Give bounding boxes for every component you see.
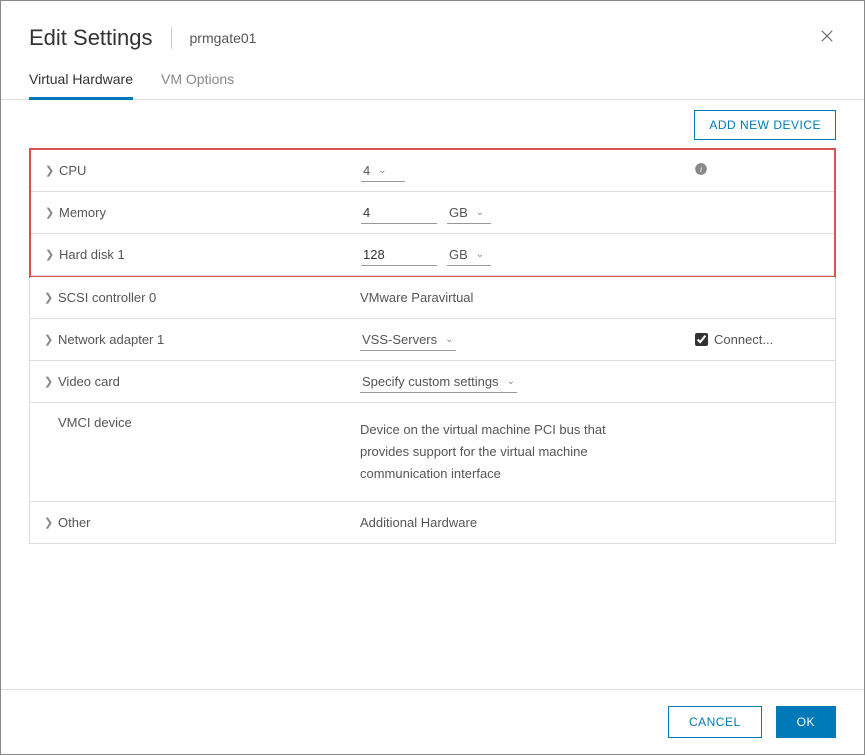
hard-disk-input[interactable] bbox=[361, 244, 437, 266]
row-cpu: ❯ CPU 4 ⌄ i bbox=[31, 150, 834, 192]
hard-disk-label: Hard disk 1 bbox=[59, 247, 125, 262]
network-select[interactable]: VSS-Servers ⌄ bbox=[360, 329, 456, 351]
dialog-footer: CANCEL OK bbox=[1, 689, 864, 754]
memory-unit-select[interactable]: GB ⌄ bbox=[447, 202, 491, 224]
chevron-right-icon[interactable]: ❯ bbox=[44, 291, 58, 304]
row-other: ❯ Other Additional Hardware bbox=[30, 502, 835, 544]
chevron-right-icon[interactable]: ❯ bbox=[44, 516, 58, 529]
connect-label: Connect... bbox=[714, 332, 773, 347]
row-video: ❯ Video card Specify custom settings ⌄ bbox=[30, 361, 835, 403]
video-value: Specify custom settings bbox=[362, 374, 499, 389]
chevron-right-icon[interactable]: ❯ bbox=[45, 248, 59, 261]
chevron-right-icon[interactable]: ❯ bbox=[45, 206, 59, 219]
chevron-down-icon: ⌄ bbox=[476, 207, 484, 218]
info-icon[interactable]: i bbox=[694, 162, 708, 179]
tab-virtual-hardware[interactable]: Virtual Hardware bbox=[29, 71, 133, 100]
chevron-right-icon[interactable]: ❯ bbox=[45, 164, 59, 177]
chevron-down-icon: ⌄ bbox=[476, 249, 484, 260]
row-vmci: ❯ VMCI device Device on the virtual mach… bbox=[30, 403, 835, 502]
row-hard-disk: ❯ Hard disk 1 GB ⌄ bbox=[31, 234, 834, 276]
toolbar: ADD NEW DEVICE bbox=[1, 100, 864, 148]
cpu-select[interactable]: 4 ⌄ bbox=[361, 160, 405, 182]
network-value: VSS-Servers bbox=[362, 332, 437, 347]
hardware-table: ❯ CPU 4 ⌄ i bbox=[29, 148, 836, 544]
dialog-header: Edit Settings prmgate01 bbox=[1, 1, 864, 51]
connect-checkbox-wrap[interactable]: Connect... bbox=[695, 332, 773, 347]
hard-disk-unit-select[interactable]: GB ⌄ bbox=[447, 244, 491, 266]
header-divider bbox=[171, 27, 172, 49]
dialog-subtitle: prmgate01 bbox=[190, 30, 257, 46]
content-area: ❯ CPU 4 ⌄ i bbox=[1, 148, 864, 689]
scsi-label: SCSI controller 0 bbox=[58, 290, 156, 305]
cpu-value: 4 bbox=[363, 163, 370, 178]
row-network: ❯ Network adapter 1 VSS-Servers ⌄ Connec… bbox=[30, 319, 835, 361]
connect-checkbox[interactable] bbox=[695, 333, 708, 346]
ok-button[interactable]: OK bbox=[776, 706, 836, 738]
row-scsi: ❯ SCSI controller 0 VMware Paravirtual bbox=[30, 277, 835, 319]
add-new-device-button[interactable]: ADD NEW DEVICE bbox=[694, 110, 836, 140]
vmci-value: Device on the virtual machine PCI bus th… bbox=[360, 415, 695, 489]
chevron-right-icon[interactable]: ❯ bbox=[44, 333, 58, 346]
hard-disk-unit-value: GB bbox=[449, 247, 468, 262]
chevron-down-icon: ⌄ bbox=[507, 376, 515, 387]
close-icon[interactable] bbox=[818, 27, 836, 48]
network-label: Network adapter 1 bbox=[58, 332, 164, 347]
memory-input[interactable] bbox=[361, 202, 437, 224]
chevron-down-icon: ⌄ bbox=[378, 165, 386, 176]
scsi-value: VMware Paravirtual bbox=[360, 290, 473, 305]
tab-vm-options[interactable]: VM Options bbox=[161, 71, 234, 99]
other-label: Other bbox=[58, 515, 91, 530]
video-select[interactable]: Specify custom settings ⌄ bbox=[360, 371, 517, 393]
chevron-right-icon[interactable]: ❯ bbox=[44, 375, 58, 388]
vmci-label: VMCI device bbox=[58, 415, 132, 430]
chevron-down-icon: ⌄ bbox=[445, 334, 453, 345]
edit-settings-dialog: Edit Settings prmgate01 Virtual Hardware… bbox=[0, 0, 865, 755]
row-memory: ❯ Memory GB ⌄ bbox=[31, 192, 834, 234]
cpu-label: CPU bbox=[59, 163, 86, 178]
video-label: Video card bbox=[58, 374, 120, 389]
highlight-box: ❯ CPU 4 ⌄ i bbox=[29, 148, 836, 278]
other-value: Additional Hardware bbox=[360, 515, 477, 530]
memory-label: Memory bbox=[59, 205, 106, 220]
cancel-button[interactable]: CANCEL bbox=[668, 706, 762, 738]
tab-bar: Virtual Hardware VM Options bbox=[1, 51, 864, 100]
dialog-title: Edit Settings bbox=[29, 25, 153, 51]
memory-unit-value: GB bbox=[449, 205, 468, 220]
